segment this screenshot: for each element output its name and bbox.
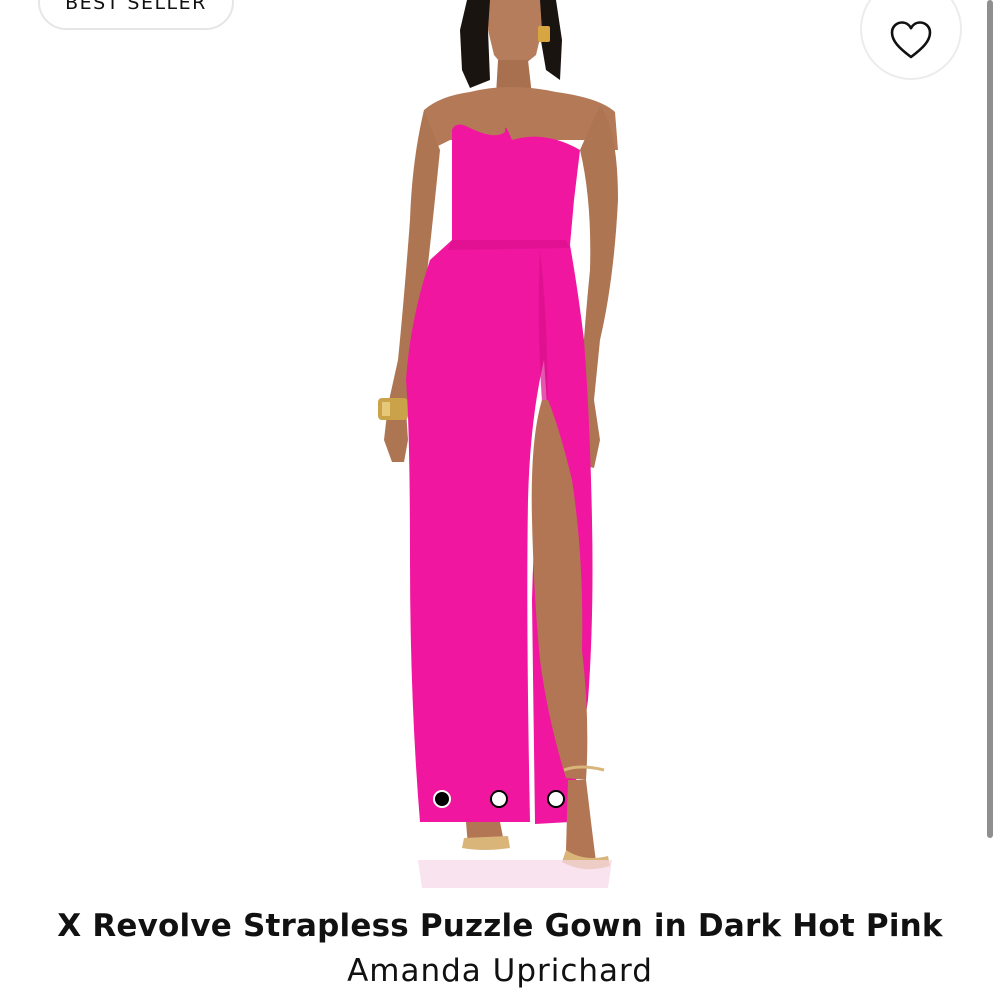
carousel-dot-1[interactable]: [433, 790, 451, 808]
brand-name[interactable]: Amanda Uprichard: [0, 953, 1000, 989]
scrollbar-thumb[interactable]: [987, 0, 993, 838]
wishlist-button[interactable]: [860, 0, 962, 80]
product-photo: [378, 0, 618, 888]
best-seller-badge: BEST SELLER: [38, 0, 234, 30]
product-page: BEST SELLER X Revolve Strapless Puzzle G…: [0, 0, 1000, 1000]
carousel-dot-3[interactable]: [547, 790, 565, 808]
product-image[interactable]: [300, 0, 700, 890]
badge-label: BEST SELLER: [65, 0, 207, 14]
carousel-dot-2[interactable]: [490, 790, 508, 808]
heart-icon: [890, 21, 932, 59]
carousel-dots: [433, 790, 573, 810]
product-title[interactable]: X Revolve Strapless Puzzle Gown in Dark …: [0, 908, 1000, 944]
